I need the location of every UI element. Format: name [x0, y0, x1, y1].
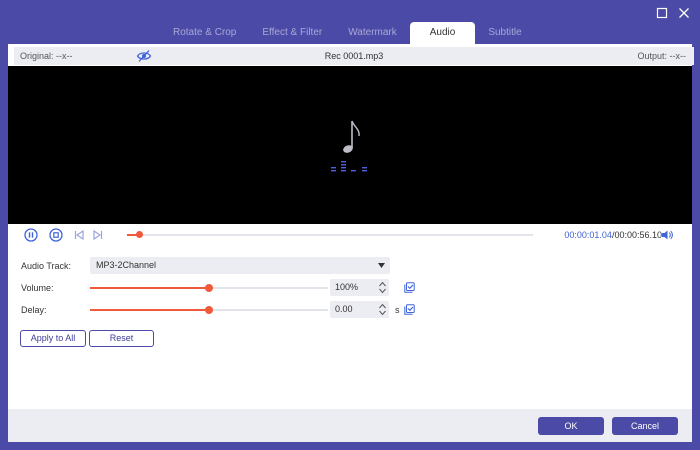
delay-slider[interactable]: [90, 306, 328, 314]
volume-label: Volume:: [21, 283, 54, 293]
delay-spinbox[interactable]: 0.00: [330, 301, 389, 318]
preview-area: [8, 66, 692, 224]
file-name: Rec 0001.mp3: [324, 51, 384, 61]
output-resolution: Output: --x--: [637, 51, 686, 61]
skip-back-icon[interactable]: [72, 228, 86, 242]
equalizer-icon: [331, 161, 367, 172]
volume-icon[interactable]: [661, 229, 673, 241]
music-note-icon: [343, 120, 360, 153]
delay-unit: s: [395, 305, 400, 315]
tab-rotate-crop[interactable]: Rotate & Crop: [160, 22, 249, 44]
delay-apply-checkbox[interactable]: [404, 304, 415, 315]
apply-to-all-button[interactable]: Apply to All: [20, 330, 86, 347]
tab-watermark[interactable]: Watermark: [335, 22, 410, 44]
tab-subtitle[interactable]: Subtitle: [475, 22, 534, 44]
cancel-button[interactable]: Cancel: [612, 417, 678, 435]
editor-panel: Original: --x-- Rec 0001.mp3 Output: --x…: [8, 44, 694, 442]
delay-slider-handle[interactable]: [205, 306, 213, 314]
spin-arrows-icon[interactable]: [379, 303, 386, 316]
maximize-icon[interactable]: [656, 7, 668, 19]
delay-slider-fill: [90, 309, 209, 311]
tab-audio[interactable]: Audio: [409, 22, 476, 44]
progress-bar[interactable]: [127, 231, 533, 238]
skip-forward-icon[interactable]: [91, 228, 105, 242]
current-time: 00:00:01.04: [564, 230, 612, 240]
volume-apply-checkbox[interactable]: [404, 282, 415, 293]
total-time: 00:00:56.10: [614, 230, 662, 240]
audio-track-value: MP3-2Channel: [96, 260, 157, 270]
spin-arrows-icon[interactable]: [379, 281, 386, 294]
progress-handle[interactable]: [136, 231, 144, 238]
playback-controls: 00:00:01.04/00:00:56.10: [8, 224, 692, 246]
reset-button[interactable]: Reset: [89, 330, 154, 347]
volume-slider-fill: [90, 287, 209, 289]
tab-effect-filter[interactable]: Effect & Filter: [249, 22, 335, 44]
delay-label: Delay:: [21, 305, 47, 315]
volume-slider[interactable]: [90, 284, 328, 292]
ok-button[interactable]: OK: [538, 417, 604, 435]
chevron-down-icon: [378, 263, 385, 268]
volume-slider-handle[interactable]: [205, 284, 213, 292]
preview-header: Original: --x-- Rec 0001.mp3 Output: --x…: [14, 47, 694, 65]
audio-track-label: Audio Track:: [21, 261, 72, 271]
delay-value: 0.00: [335, 304, 353, 314]
audio-track-select[interactable]: MP3-2Channel: [90, 257, 390, 274]
volume-spinbox[interactable]: 100%: [330, 279, 389, 296]
tab-bar: Rotate & Crop Effect & Filter Watermark …: [160, 22, 535, 44]
time-display: 00:00:01.04/00:00:56.10: [564, 230, 662, 240]
volume-value: 100%: [335, 282, 359, 292]
stop-icon[interactable]: [49, 228, 63, 242]
close-icon[interactable]: [678, 7, 690, 19]
dialog-footer: OK Cancel: [8, 409, 692, 442]
pause-icon[interactable]: [24, 228, 38, 242]
